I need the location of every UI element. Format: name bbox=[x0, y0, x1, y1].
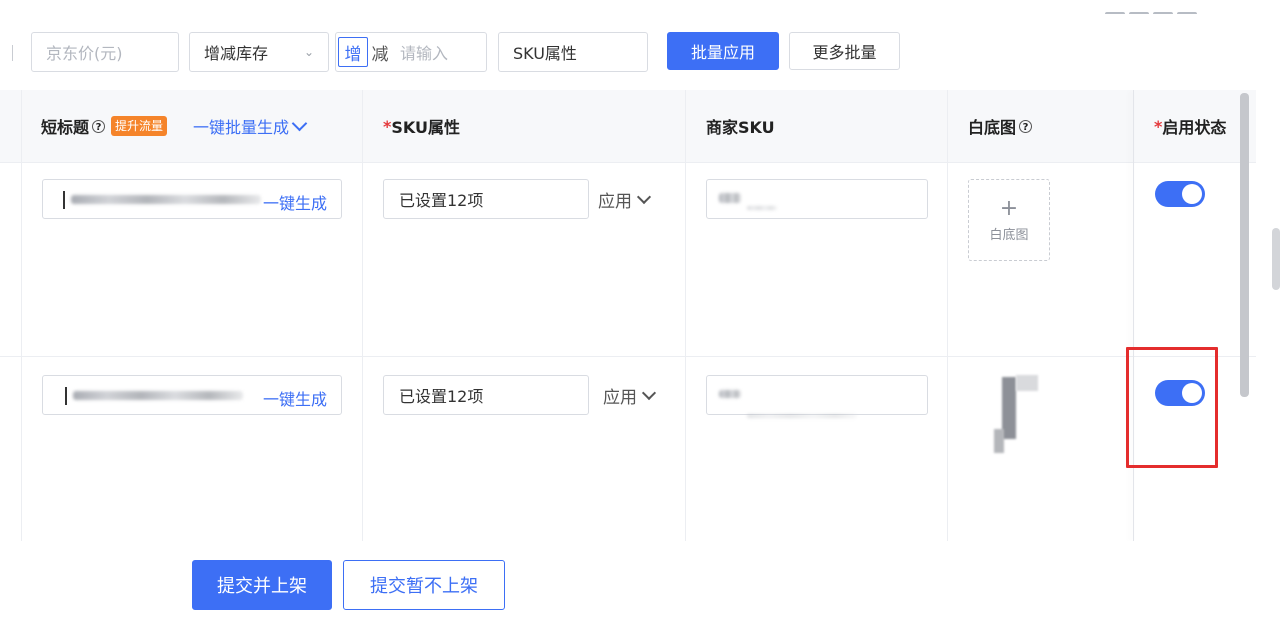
upload-label: 白底图 bbox=[989, 227, 1029, 243]
toggle-knob bbox=[1182, 184, 1202, 204]
merchant-sku-input[interactable] bbox=[706, 179, 928, 219]
page-scrollbar[interactable] bbox=[1272, 228, 1280, 290]
white-bg-upload[interactable]: + 白底图 bbox=[968, 179, 1050, 261]
header-enable-status: * 启用状态 bbox=[1154, 116, 1227, 138]
short-title-input[interactable]: 一键生成 bbox=[42, 375, 342, 415]
submit-not-listed-button[interactable]: 提交暂不上架 bbox=[343, 560, 505, 610]
submit-and-list-button[interactable]: 提交并上架 bbox=[192, 560, 332, 610]
batch-apply-button[interactable]: 批量应用 bbox=[667, 32, 779, 70]
cropped-top-right-text bbox=[1105, 2, 1265, 14]
chevron-down-icon bbox=[641, 385, 657, 401]
redacted-text bbox=[73, 391, 243, 400]
sku-attr-select[interactable]: SKU属性 bbox=[498, 32, 648, 72]
enable-toggle[interactable] bbox=[1155, 181, 1205, 207]
chevron-down-icon bbox=[291, 115, 308, 132]
product-thumbnail[interactable] bbox=[990, 369, 1050, 465]
quantity-placeholder: 请输入 bbox=[400, 44, 449, 63]
annotation-highlight-box bbox=[1126, 347, 1218, 468]
help-icon[interactable]: ? bbox=[92, 119, 106, 133]
generate-link[interactable]: 一键生成 bbox=[263, 190, 327, 214]
table-row: 一键生成 已设置12项 应用 bbox=[0, 356, 1256, 542]
redacted-text bbox=[71, 195, 261, 204]
header-short-title: 短标题 ? 提升流量 一键批量生成 bbox=[41, 90, 308, 162]
table-scrollbar[interactable] bbox=[1240, 93, 1249, 397]
jd-price-input[interactable]: 京东价(元) bbox=[31, 32, 179, 72]
decrease-toggle[interactable]: 减 bbox=[368, 40, 392, 65]
chevron-down-icon: ⌄ bbox=[303, 45, 314, 59]
sku-table: 短标题 ? 提升流量 一键批量生成 * SKU属性 商家SKU 白底图 ? * … bbox=[0, 90, 1256, 542]
header-sku-attr: * SKU属性 bbox=[383, 116, 461, 138]
stock-adjust-input[interactable]: 增 减 请输入 bbox=[335, 32, 487, 72]
price-placeholder: 京东价(元) bbox=[46, 44, 123, 63]
batch-generate-link[interactable]: 一键批量生成 bbox=[193, 114, 308, 138]
text-cursor bbox=[63, 191, 65, 209]
stock-mode-value: 增减库存 bbox=[204, 44, 269, 63]
generate-link[interactable]: 一键生成 bbox=[263, 386, 327, 410]
short-title-input[interactable]: 一键生成 bbox=[42, 179, 342, 219]
text-cursor bbox=[65, 387, 67, 405]
more-batch-button[interactable]: 更多批量 bbox=[789, 32, 900, 70]
sku-attr-field[interactable]: 已设置12项 bbox=[383, 179, 589, 219]
table-row: 一键生成 已设置12项 应用 + 白底图 bbox=[0, 162, 1256, 357]
header-merchant-sku: 商家SKU bbox=[706, 118, 775, 137]
toolbar-divider bbox=[12, 45, 13, 61]
sku-attr-field[interactable]: 已设置12项 bbox=[383, 375, 589, 415]
merchant-sku-input[interactable] bbox=[706, 375, 928, 418]
redacted-text bbox=[719, 193, 741, 203]
chevron-down-icon bbox=[636, 189, 652, 205]
table-header: 短标题 ? 提升流量 一键批量生成 * SKU属性 商家SKU 白底图 ? * … bbox=[0, 90, 1256, 162]
increase-toggle[interactable]: 增 bbox=[338, 37, 368, 67]
redacted-text bbox=[719, 390, 741, 398]
header-white-bg: 白底图 ? bbox=[968, 90, 1033, 162]
stock-mode-select[interactable]: 增减库存 ⌄ bbox=[189, 32, 329, 72]
boost-traffic-badge: 提升流量 bbox=[111, 116, 168, 136]
fixed-column-divider bbox=[1133, 90, 1134, 542]
sku-attr-value: SKU属性 bbox=[513, 44, 577, 63]
plus-icon: + bbox=[999, 195, 1019, 221]
apply-dropdown[interactable]: 应用 bbox=[598, 187, 652, 212]
help-icon[interactable]: ? bbox=[1019, 119, 1033, 133]
apply-dropdown[interactable]: 应用 bbox=[603, 383, 657, 408]
